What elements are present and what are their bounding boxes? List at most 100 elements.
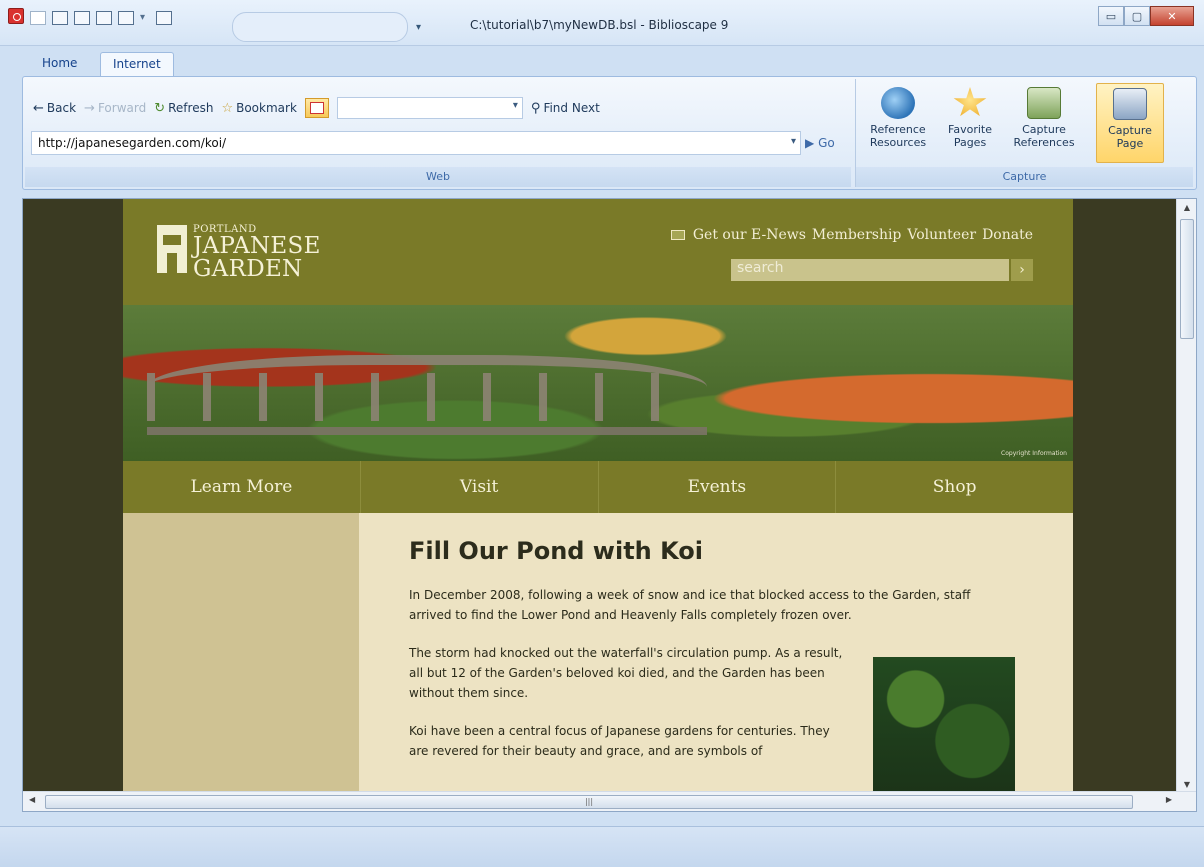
- web-group: ← Back → Forward ↻ Refresh ☆ Bookmark ⚲ …: [25, 79, 851, 187]
- site-main-nav: Learn More Visit Events Shop: [123, 461, 1073, 513]
- topnav-enews[interactable]: Get our E-News: [693, 227, 806, 243]
- reference-resources-button[interactable]: Reference Resources: [864, 83, 932, 163]
- minimize-button[interactable]: ▭: [1098, 6, 1124, 26]
- browser-viewport[interactable]: PORTLAND JAPANESE GARDEN Get our E-News …: [22, 198, 1197, 812]
- binoculars-icon: ⚲: [530, 100, 541, 116]
- reference-resources-label-2: Resources: [869, 136, 927, 149]
- bridge-illustration: [147, 355, 707, 435]
- scroll-up-icon[interactable]: ▲: [1177, 203, 1196, 212]
- find-next-label: Find Next: [543, 101, 600, 115]
- pond-photo: [873, 657, 1015, 797]
- globe-icon: [881, 87, 915, 119]
- tab-internet[interactable]: Internet: [100, 52, 174, 76]
- app-icon[interactable]: [8, 8, 24, 24]
- envelope-icon: [670, 230, 685, 240]
- logo-line1: JAPANESE: [193, 233, 321, 259]
- photo-credit: Copyright Information: [1001, 450, 1067, 457]
- capture-page-button[interactable]: Capture Page: [1096, 83, 1164, 163]
- web-group-label: Web: [25, 167, 851, 187]
- nav-learn-more[interactable]: Learn More: [123, 461, 361, 513]
- customize-toolbar-icon[interactable]: ▾: [416, 22, 421, 33]
- article-paragraph-2: The storm had knocked out the waterfall'…: [409, 646, 843, 700]
- vertical-scroll-thumb[interactable]: [1180, 219, 1194, 339]
- quick-access-box: [232, 12, 408, 42]
- article-title: Fill Our Pond with Koi: [409, 537, 704, 565]
- logo-line2: GARDEN: [193, 256, 303, 282]
- email-icon[interactable]: [30, 11, 46, 25]
- window-title: C:\tutorial\b7\myNewDB.bsl - Biblioscape…: [470, 18, 729, 32]
- banner-image: Copyright Information: [123, 305, 1073, 461]
- nav-visit[interactable]: Visit: [361, 461, 599, 513]
- web-page: PORTLAND JAPANESE GARDEN Get our E-News …: [123, 199, 1073, 797]
- maximize-button[interactable]: ▢: [1124, 6, 1150, 26]
- search-go-arrow-icon[interactable]: ›: [1011, 259, 1033, 281]
- favorite-pages-button[interactable]: Favorite Pages: [936, 83, 1004, 163]
- favorite-pages-label-1: Favorite: [948, 123, 992, 136]
- site-header: PORTLAND JAPANESE GARDEN Get our E-News …: [123, 199, 1073, 305]
- capture-references-label-1: Capture: [1022, 123, 1066, 136]
- layout-icon-1[interactable]: [52, 11, 68, 25]
- forward-arrow-icon: →: [84, 100, 95, 116]
- title-bar: ▾ ▾ C:\tutorial\b7\myNewDB.bsl - Biblios…: [0, 0, 1204, 46]
- capture-page-icon: [1113, 88, 1147, 120]
- play-icon: ▶: [805, 136, 815, 150]
- refresh-button[interactable]: ↻ Refresh: [154, 101, 213, 115]
- url-input[interactable]: http://japanesegarden.com/koi/: [31, 131, 801, 155]
- nav-shop[interactable]: Shop: [836, 461, 1073, 513]
- chevron-down-icon[interactable]: ▾: [140, 13, 150, 23]
- capture-references-label-2: References: [1013, 136, 1075, 149]
- scroll-left-icon[interactable]: ◀: [29, 795, 35, 804]
- logo-text: PORTLAND JAPANESE GARDEN: [193, 225, 321, 281]
- find-input[interactable]: [336, 97, 523, 119]
- topnav-donate[interactable]: Donate: [982, 227, 1033, 243]
- back-arrow-icon: ←: [33, 100, 44, 116]
- status-bar: [0, 826, 1204, 867]
- capture-references-icon: [1027, 87, 1061, 119]
- go-label: Go: [818, 136, 835, 150]
- restore-window-icon[interactable]: [156, 11, 172, 25]
- scroll-right-icon[interactable]: ▶: [1166, 795, 1172, 804]
- topnav-membership[interactable]: Membership: [812, 227, 901, 243]
- site-top-nav: Get our E-News Membership Volunteer Dona…: [670, 227, 1033, 243]
- site-search-input[interactable]: search: [731, 259, 1009, 281]
- article-paragraph-3: Koi have been a central focus of Japanes…: [409, 724, 830, 758]
- lantern-logo-icon: [157, 225, 187, 273]
- vertical-scrollbar[interactable]: ▲ ▼: [1176, 199, 1196, 793]
- nav-events[interactable]: Events: [599, 461, 837, 513]
- scroll-down-icon[interactable]: ▼: [1177, 780, 1196, 789]
- refresh-icon: ↻: [154, 100, 166, 116]
- refresh-label: Refresh: [168, 101, 214, 115]
- horizontal-scroll-thumb[interactable]: |||: [45, 795, 1133, 809]
- go-button[interactable]: ▶ Go: [805, 136, 835, 150]
- capture-page-label-1: Capture: [1108, 124, 1152, 137]
- bookmark-button[interactable]: ☆ Bookmark: [221, 101, 296, 115]
- star-favorite-icon: [953, 87, 987, 117]
- layout-icon-4[interactable]: [118, 11, 134, 25]
- back-button[interactable]: ← Back: [33, 101, 76, 115]
- capture-group: Reference Resources Favorite Pages Captu…: [855, 79, 1193, 187]
- capture-group-label: Capture: [856, 167, 1193, 187]
- article-paragraph-1: In December 2008, following a week of sn…: [409, 588, 971, 622]
- left-sidebar: [123, 513, 359, 793]
- layout-icon-2[interactable]: [74, 11, 90, 25]
- site-logo[interactable]: PORTLAND JAPANESE GARDEN: [157, 225, 321, 281]
- forward-button[interactable]: → Forward: [84, 101, 146, 115]
- topnav-volunteer[interactable]: Volunteer: [907, 227, 976, 243]
- web-nav-row: ← Back → Forward ↻ Refresh ☆ Bookmark ⚲ …: [33, 97, 600, 119]
- quick-access-toolbar: ▾: [30, 8, 172, 28]
- find-next-button[interactable]: ⚲ Find Next: [531, 101, 600, 115]
- tab-home[interactable]: Home: [30, 52, 89, 76]
- close-button[interactable]: ✕: [1150, 6, 1194, 26]
- capture-bookmark-icon[interactable]: [304, 98, 329, 118]
- reference-resources-label-1: Reference: [870, 123, 926, 136]
- bookmark-label: Bookmark: [236, 101, 297, 115]
- ribbon: ← Back → Forward ↻ Refresh ☆ Bookmark ⚲ …: [22, 76, 1197, 190]
- forward-label: Forward: [97, 101, 147, 115]
- capture-references-button[interactable]: Capture References: [1010, 83, 1078, 163]
- star-icon: ☆: [221, 100, 234, 116]
- horizontal-scrollbar[interactable]: ◀ ||| ▶: [23, 791, 1196, 811]
- capture-page-label-2: Page: [1116, 137, 1144, 150]
- layout-icon-3[interactable]: [96, 11, 112, 25]
- back-label: Back: [46, 101, 77, 115]
- favorite-pages-label-2: Pages: [953, 136, 987, 149]
